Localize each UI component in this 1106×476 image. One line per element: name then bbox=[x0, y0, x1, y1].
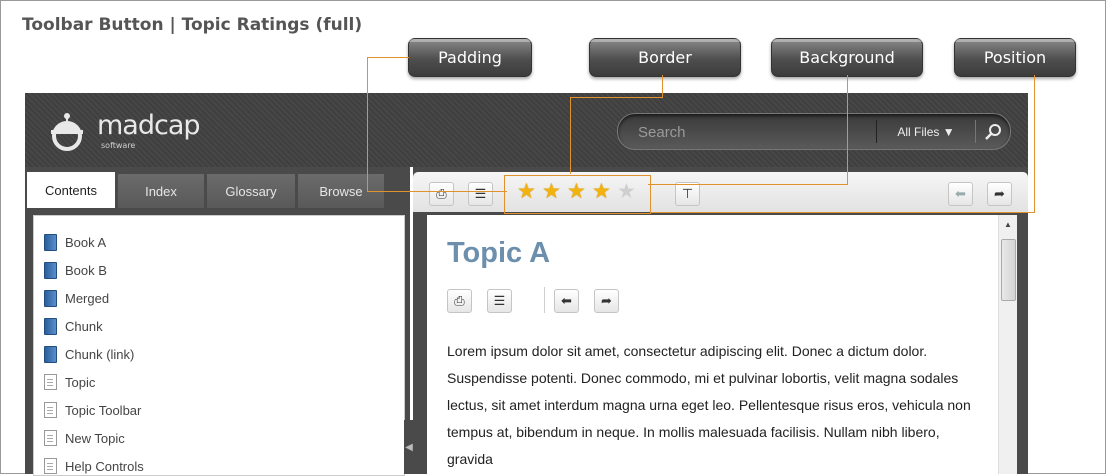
search-input[interactable] bbox=[636, 114, 870, 151]
logo-subtext: software bbox=[101, 141, 136, 150]
toc-item-label: Merged bbox=[65, 290, 110, 306]
book-icon bbox=[44, 261, 57, 279]
toc-item[interactable]: Topic bbox=[44, 372, 95, 392]
padding-leader-line bbox=[367, 191, 507, 192]
book-icon bbox=[44, 345, 57, 363]
padding-callout[interactable]: Padding bbox=[408, 38, 532, 77]
border-leader-line bbox=[662, 75, 663, 97]
back-arrow-icon: ⬅ bbox=[561, 293, 572, 308]
highlighter-icon: ⊤ bbox=[681, 186, 694, 201]
toc-item-label: Book A bbox=[65, 234, 107, 250]
padding-leader-line bbox=[367, 57, 368, 191]
toolbar-separator bbox=[544, 287, 545, 313]
toggle-list-button[interactable]: ☰ bbox=[468, 182, 493, 206]
toc-item[interactable]: Topic Toolbar bbox=[44, 400, 141, 420]
header-bar: madcap software All Files ▼ bbox=[25, 93, 1028, 167]
toc-item-label: New Topic bbox=[65, 430, 125, 446]
madcap-logo-icon bbox=[51, 113, 83, 151]
toc-item[interactable]: New Topic bbox=[44, 428, 125, 448]
tab-index[interactable]: Index bbox=[118, 174, 204, 208]
print-button[interactable]: ⎙ bbox=[429, 182, 454, 206]
search-button[interactable] bbox=[975, 114, 1010, 149]
navigation-pane: Contents Index Glossary Browse Book A Bo… bbox=[25, 167, 410, 476]
toc-item[interactable]: Merged bbox=[44, 288, 109, 308]
search-filter-dropdown[interactable]: All Files ▼ bbox=[876, 120, 976, 143]
toc-item-label: Chunk (link) bbox=[65, 346, 135, 362]
topic-list-button[interactable]: ☰ bbox=[487, 289, 512, 313]
border-callout[interactable]: Border bbox=[589, 38, 741, 77]
page-icon bbox=[44, 374, 57, 390]
tab-glossary[interactable]: Glossary bbox=[207, 174, 295, 208]
forward-button[interactable]: ➦ bbox=[987, 182, 1012, 206]
ratings-highlight-box bbox=[504, 175, 651, 214]
border-leader-line bbox=[570, 97, 663, 98]
background-leader-line bbox=[648, 184, 848, 185]
print-icon: ⎙ bbox=[454, 293, 465, 308]
topic-body: Lorem ipsum dolor sit amet, consectetur … bbox=[447, 343, 971, 467]
page-icon bbox=[44, 458, 57, 474]
page-icon bbox=[44, 402, 57, 418]
position-leader-line bbox=[650, 212, 1035, 213]
forward-arrow-icon: ➦ bbox=[601, 293, 612, 308]
collapse-arrow-icon: ◀ bbox=[405, 441, 413, 453]
toc-item[interactable]: Chunk bbox=[44, 316, 103, 336]
logo[interactable]: madcap software bbox=[45, 108, 225, 158]
toc-item-label: Topic bbox=[65, 374, 96, 390]
toc-item[interactable]: Chunk (link) bbox=[44, 344, 134, 364]
toc-item-label: Help Controls bbox=[65, 458, 144, 474]
search-icon bbox=[984, 123, 1001, 140]
background-leader-line bbox=[847, 75, 848, 184]
background-callout[interactable]: Background bbox=[771, 38, 923, 77]
toc-item[interactable]: Book A bbox=[44, 232, 106, 252]
list-icon: ☰ bbox=[474, 186, 487, 201]
toc-item-label: Chunk bbox=[65, 318, 103, 334]
toc-item-label: Topic Toolbar bbox=[65, 402, 142, 418]
position-leader-line bbox=[1034, 75, 1035, 212]
toc-item[interactable]: Book B bbox=[44, 260, 107, 280]
topic-document: Topic A ⎙ ☰ ⬅ ➦ Lorem ipsum dolor sit am… bbox=[427, 215, 1017, 474]
border-leader-line bbox=[570, 97, 571, 174]
forward-arrow-icon: ➦ bbox=[994, 186, 1005, 201]
page-title: Toolbar Button | Topic Ratings (full) bbox=[22, 15, 363, 35]
book-icon bbox=[44, 233, 57, 251]
remove-highlight-button[interactable]: ⊤ bbox=[675, 182, 700, 206]
book-icon bbox=[44, 317, 57, 335]
logo-text: madcap bbox=[97, 110, 201, 141]
scroll-thumb[interactable] bbox=[1001, 239, 1016, 301]
toc-item-label: Book B bbox=[65, 262, 107, 278]
vertical-scrollbar[interactable]: ▲ bbox=[998, 215, 1017, 474]
padding-leader-line bbox=[367, 57, 409, 58]
book-icon bbox=[44, 289, 57, 307]
topic-title: Topic A bbox=[447, 237, 551, 269]
page-icon bbox=[44, 430, 57, 446]
print-icon: ⎙ bbox=[436, 186, 447, 201]
tab-contents[interactable]: Contents bbox=[27, 172, 115, 208]
back-arrow-icon: ⬅ bbox=[955, 186, 966, 201]
toc-item[interactable]: Help Controls bbox=[44, 456, 144, 476]
topic-back-button[interactable]: ⬅ bbox=[554, 289, 579, 313]
list-icon: ☰ bbox=[493, 293, 506, 308]
back-button[interactable]: ⬅ bbox=[948, 182, 973, 206]
scroll-up-icon[interactable]: ▲ bbox=[999, 217, 1017, 231]
search-bar: All Files ▼ bbox=[617, 113, 1011, 151]
toc-tree: Book A Book B Merged Chunk Chunk (link) … bbox=[33, 215, 405, 476]
topic-print-button[interactable]: ⎙ bbox=[447, 289, 472, 313]
topic-forward-button[interactable]: ➦ bbox=[594, 289, 619, 313]
position-callout[interactable]: Position bbox=[954, 38, 1076, 77]
